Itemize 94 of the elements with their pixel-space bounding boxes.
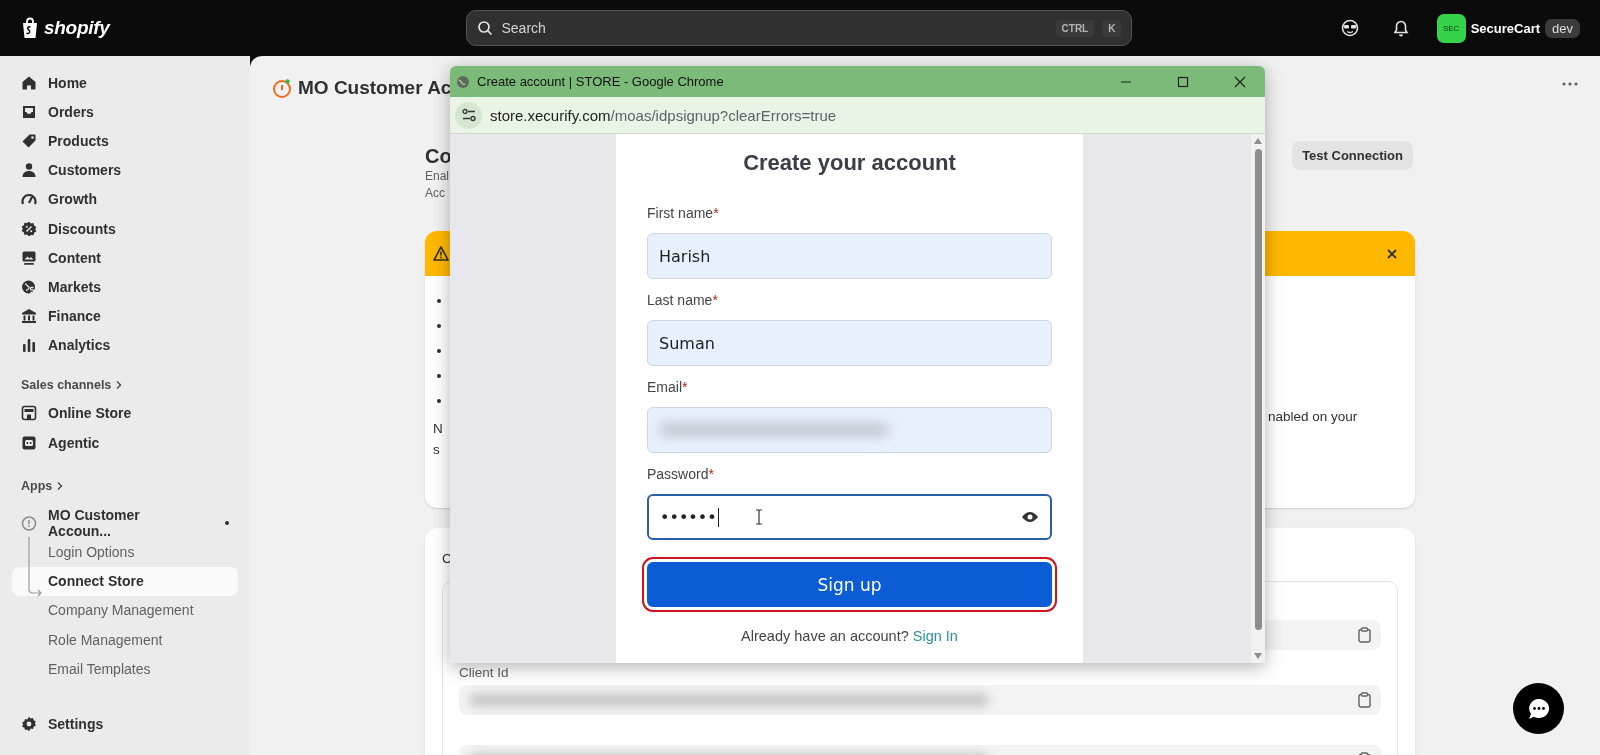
glasses-face-icon	[1340, 19, 1359, 37]
inbox-icon	[21, 103, 37, 120]
nav-item[interactable]: Orders	[12, 97, 238, 127]
close-icon	[1234, 75, 1246, 88]
timer-icon	[21, 514, 37, 531]
bullet-dot	[437, 324, 441, 328]
settings-icon	[21, 716, 37, 733]
site-info-button[interactable]	[455, 101, 482, 129]
field-label: Email*	[647, 378, 689, 396]
section-heading: Co	[425, 145, 452, 168]
person-icon	[21, 162, 37, 179]
nav-item[interactable]: Customers	[12, 155, 238, 185]
copy-button[interactable]	[1358, 692, 1371, 708]
tag-icon	[21, 132, 37, 149]
more-icon	[1562, 82, 1578, 86]
bullet-dot	[437, 374, 441, 378]
sign-in-link[interactable]: Sign In	[912, 628, 958, 644]
scroll-up-icon	[1253, 137, 1263, 145]
notice-text: s	[433, 441, 441, 459]
nav-item[interactable]: Growth	[12, 184, 238, 214]
store-account-menu[interactable]: SEC SecureCart dev	[1414, 13, 1580, 43]
timer-icon	[272, 78, 292, 98]
form-heading: Create your account	[742, 149, 957, 177]
popup-title: Create account | STORE - Google Chrome	[477, 74, 725, 89]
robot-icon	[21, 434, 37, 451]
nav-item[interactable]: Login Options	[12, 537, 238, 567]
clipboard-icon	[1358, 692, 1371, 708]
page-title: MO Customer Ac	[298, 77, 452, 99]
notice-text: nabled on your	[1268, 408, 1359, 426]
description-text: Acc	[425, 185, 446, 202]
bullet-dot	[437, 349, 441, 353]
apps-heading[interactable]: Apps	[12, 472, 238, 501]
nav-item[interactable]: Products	[12, 126, 238, 156]
nav-item[interactable]: Settings	[12, 709, 238, 739]
text-field[interactable]: Suman	[647, 320, 1052, 366]
field-label: Last name*	[647, 291, 719, 309]
search-placeholder: Search	[501, 20, 547, 36]
field-label: First name*	[647, 204, 720, 222]
nav-item[interactable]: Content	[12, 243, 238, 273]
password-field[interactable]: ••••••	[647, 494, 1052, 540]
text-field[interactable]: Harish	[647, 233, 1052, 279]
search-icon	[477, 20, 494, 36]
badge-icon	[21, 220, 37, 237]
sliders-icon	[461, 108, 476, 122]
close-icon	[1386, 247, 1398, 260]
notice-text: N	[433, 420, 444, 438]
store-tag: dev	[1545, 18, 1580, 38]
scroll-down-icon	[1253, 652, 1263, 660]
chevron-right-icon	[115, 379, 124, 390]
signin-prompt: Already have an account? Sign In	[740, 628, 959, 644]
warning-icon	[433, 246, 449, 261]
email-field[interactable]	[647, 407, 1052, 453]
sales-channels-heading[interactable]: Sales channels	[12, 370, 238, 399]
description-text: Enal	[425, 168, 451, 185]
nav-item[interactable]: Home	[12, 68, 238, 98]
app-nav-item[interactable]: MO Customer Accoun...	[12, 508, 238, 538]
eye-icon	[1021, 511, 1039, 523]
text-cursor-icon	[754, 509, 763, 525]
nav-item[interactable]: Connect Store	[12, 566, 238, 596]
chevron-right-icon	[56, 481, 65, 492]
nav-item[interactable]: Discounts	[12, 213, 238, 244]
store-name: SecureCart	[1470, 20, 1541, 36]
nav-item[interactable]: Email Templates	[12, 654, 238, 684]
field-label: Client Id	[459, 664, 510, 682]
speech-bubble-icon	[1526, 696, 1551, 721]
image-icon	[21, 249, 37, 266]
nav-item[interactable]: Finance	[12, 301, 238, 331]
search-field[interactable]: Search CTRL K	[466, 10, 1133, 46]
bar-chart-icon	[21, 337, 37, 354]
clipboard-icon	[1358, 627, 1371, 643]
bullet-dot	[437, 299, 441, 303]
maximize-icon	[1177, 75, 1189, 88]
shortcut-key: K	[1102, 19, 1122, 37]
nav-item[interactable]: Role Management	[12, 625, 238, 655]
tree-line	[28, 537, 42, 598]
show-password-button[interactable]	[1021, 511, 1039, 523]
field-label: Password*	[647, 465, 715, 483]
home-icon	[21, 74, 37, 91]
shopping-bag-icon	[20, 17, 40, 39]
nav-item[interactable]: Agentic	[12, 428, 238, 458]
store-icon	[21, 405, 37, 422]
url-text: store.xecurify.com/moas/idpsignup?clearErrors=true	[490, 106, 837, 124]
nav-item[interactable]: Company Management	[12, 595, 238, 625]
shopify-logo: shopify	[20, 17, 110, 39]
bullet-dot	[437, 399, 441, 403]
bank-icon	[21, 308, 37, 325]
store-avatar: SEC	[1436, 13, 1466, 43]
nav-item[interactable]: Markets	[12, 272, 238, 302]
bell-icon	[1392, 19, 1409, 37]
test-connection-button[interactable]: Test Connection	[1292, 141, 1413, 170]
nav-item[interactable]: Analytics	[12, 330, 238, 360]
nav-item[interactable]: Online Store	[12, 398, 238, 429]
copy-button[interactable]	[1358, 627, 1371, 643]
shortcut-key: CTRL	[1055, 19, 1095, 37]
